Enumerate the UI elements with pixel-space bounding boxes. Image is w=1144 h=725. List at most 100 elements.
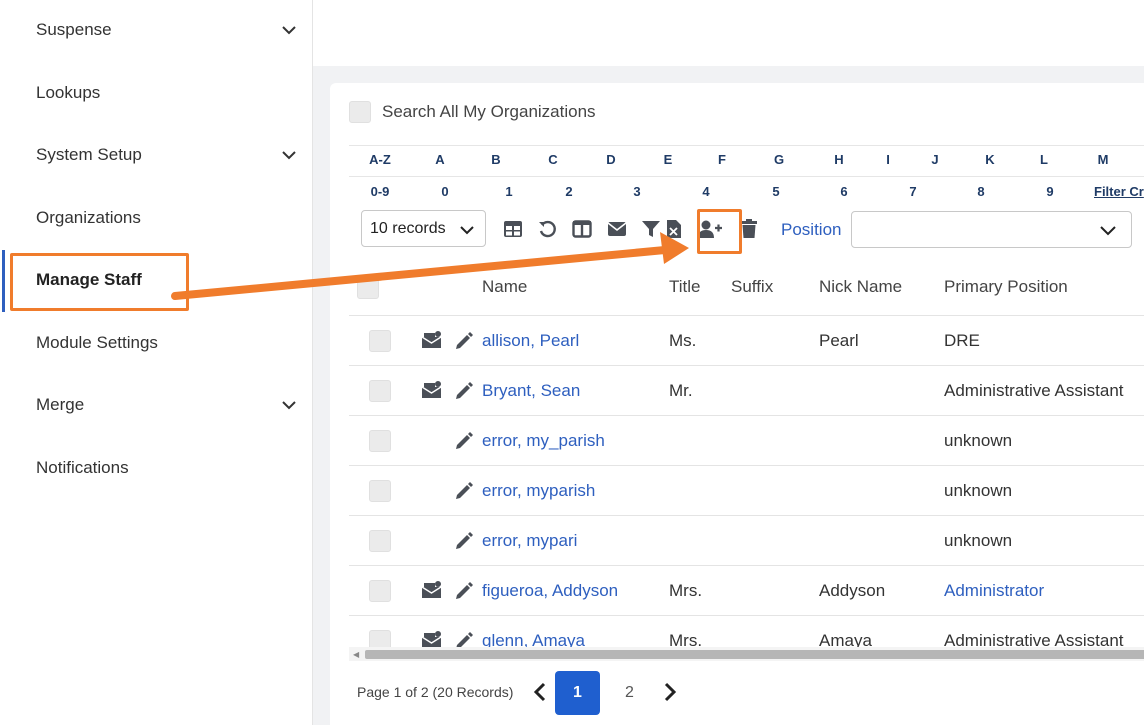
columns-icon[interactable] [571,218,593,240]
column-header-nickname[interactable]: Nick Name [819,277,902,297]
edit-icon[interactable] [454,381,474,406]
select-all-checkbox[interactable] [357,277,379,299]
letter-filter[interactable]: B [491,152,500,167]
edit-icon[interactable] [454,531,474,556]
sidebar-item-label: Manage Staff [36,270,142,289]
column-header-suffix[interactable]: Suffix [731,277,773,297]
edit-icon[interactable] [454,331,474,356]
letter-filter[interactable]: H [834,152,843,167]
add-user-icon[interactable] [696,218,724,240]
letter-filter[interactable]: F [718,152,726,167]
staff-name-link[interactable]: Bryant, Sean [482,381,580,401]
sidebar-item-module-settings[interactable]: Module Settings [0,318,312,368]
row-checkbox[interactable] [369,580,391,602]
sidebar-item-notifications[interactable]: Notifications [0,443,312,493]
staff-name-link[interactable]: error, myparish [482,481,595,501]
page-button[interactable]: 2 [625,684,634,702]
digit-filter[interactable]: 2 [565,184,572,199]
undo-icon[interactable] [536,218,558,240]
row-checkbox[interactable] [369,630,391,647]
export-excel-icon[interactable] [663,218,685,240]
scrollbar-thumb[interactable] [365,650,1144,659]
letter-filter[interactable]: J [931,152,938,167]
chevron-down-icon [460,226,474,235]
records-per-page-select[interactable]: 10 records [361,210,486,247]
row-checkbox[interactable] [369,380,391,402]
row-checkbox[interactable] [369,480,391,502]
sidebar-item-lookups[interactable]: Lookups [0,68,312,118]
digit-filter[interactable]: 1 [505,184,512,199]
staff-grid: Name Title Suffix Nick Name Primary Posi… [349,257,1144,647]
pagination: Page 1 of 2 (20 Records) 1 2 [357,671,757,715]
page-button-current[interactable]: 1 [555,671,600,715]
row-checkbox[interactable] [369,430,391,452]
letter-filter[interactable]: A [435,152,444,167]
letter-filter[interactable]: G [774,152,784,167]
sidebar-item-organizations[interactable]: Organizations [0,193,312,243]
letter-filter[interactable]: M [1098,152,1109,167]
staff-contact-icon[interactable] [421,330,443,355]
column-header-name[interactable]: Name [482,277,527,297]
table-row: allison, Pearl Ms. Pearl DRE [349,316,1144,366]
chevron-down-icon [282,26,296,35]
letter-filter[interactable]: E [664,152,673,167]
digit-filter[interactable]: 4 [702,184,709,199]
digit-filter[interactable]: 0-9 [371,184,390,199]
staff-name-link[interactable]: glenn, Amaya [482,631,585,647]
sidebar-item-label: Lookups [36,83,101,102]
row-checkbox[interactable] [369,330,391,352]
column-header-primary-position[interactable]: Primary Position [944,277,1068,297]
letter-filter[interactable]: D [606,152,615,167]
filter-icon[interactable] [640,218,662,240]
position-select[interactable] [851,211,1132,248]
sidebar-item-suspense[interactable]: Suspense [0,5,312,55]
staff-name-link[interactable]: error, mypari [482,531,577,551]
records-per-page-value: 10 records [370,219,446,237]
trash-icon[interactable] [738,218,760,240]
digit-filter[interactable]: 0 [441,184,448,199]
filter-criteria-link[interactable]: Filter Cr [1094,184,1144,199]
scroll-left-arrow[interactable]: ◀ [353,650,359,659]
cell-nickname: Pearl [819,331,859,350]
cell-nickname: Amaya [819,631,872,647]
column-header-title[interactable]: Title [669,277,701,297]
table-row: figueroa, Addyson Mrs. Addyson Administrato… [349,566,1144,616]
digit-filter[interactable]: 9 [1046,184,1053,199]
edit-icon[interactable] [454,431,474,456]
staff-contact-icon[interactable] [421,580,443,605]
staff-contact-icon[interactable] [421,380,443,405]
chevron-down-icon [282,401,296,410]
cell-primary-position: unknown [944,531,1013,550]
prev-page-icon[interactable] [533,682,547,707]
sidebar-item-system-setup[interactable]: System Setup [0,130,312,180]
search-all-checkbox[interactable] [349,101,371,123]
digit-filter[interactable]: 5 [772,184,779,199]
letter-filter[interactable]: I [886,152,890,167]
digit-filter[interactable]: 7 [909,184,916,199]
digit-filter[interactable]: 8 [977,184,984,199]
letter-filter[interactable]: A-Z [369,152,391,167]
edit-icon[interactable] [454,481,474,506]
next-page-icon[interactable] [663,682,677,707]
search-all-organizations[interactable]: Search All My Organizations [349,101,596,123]
cell-primary-position[interactable]: Administrator [944,581,1044,601]
email-icon[interactable] [606,218,628,240]
staff-name-link[interactable]: figueroa, Addyson [482,581,618,601]
horizontal-scrollbar[interactable]: ◀ [349,647,1144,661]
staff-contact-icon[interactable] [421,630,443,647]
staff-name-link[interactable]: allison, Pearl [482,331,579,351]
digit-filter[interactable]: 6 [840,184,847,199]
staff-name-link[interactable]: error, my_parish [482,431,605,451]
letter-filter[interactable]: C [548,152,557,167]
staff-card: Search All My Organizations A-Z A B C D … [330,83,1144,725]
digit-filter[interactable]: 3 [633,184,640,199]
edit-icon[interactable] [454,631,474,647]
edit-icon[interactable] [454,581,474,606]
cell-primary-position: Administrative Assistant [944,631,1124,647]
sidebar-item-manage-staff[interactable]: Manage Staff [0,255,312,305]
sidebar-item-merge[interactable]: Merge [0,380,312,430]
letter-filter[interactable]: K [985,152,994,167]
letter-filter[interactable]: L [1040,152,1048,167]
row-checkbox[interactable] [369,530,391,552]
grid-view-icon[interactable] [502,218,524,240]
